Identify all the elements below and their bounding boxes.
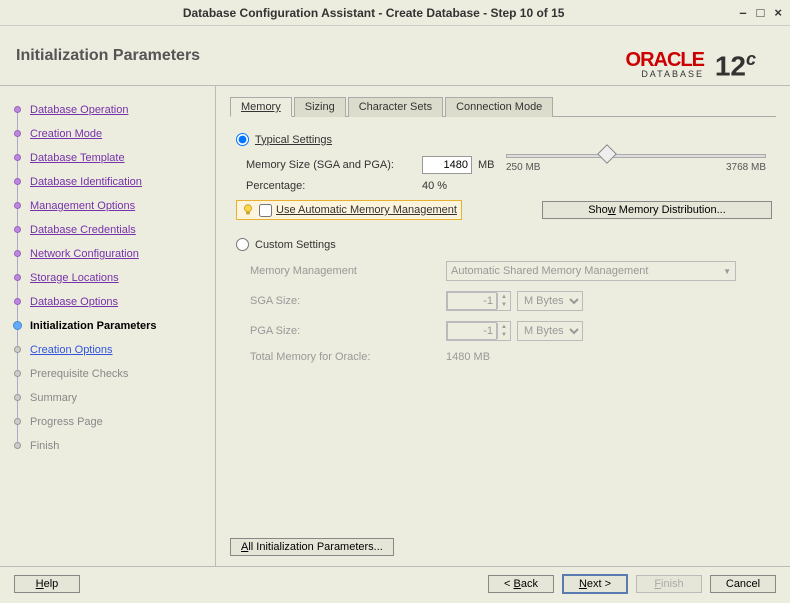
total-value: 1480 MB <box>446 351 490 363</box>
step-finish: Finish <box>12 434 207 458</box>
header: Initialization Parameters ORACLE DATABAS… <box>0 26 790 86</box>
wizard-sidebar: Database Operation Creation Mode Databas… <box>0 86 215 566</box>
footer: Help < Back Next > Finish Cancel <box>0 566 790 601</box>
help-button[interactable]: Help <box>14 575 80 593</box>
step-network-configuration[interactable]: Network Configuration <box>12 242 207 266</box>
cancel-button[interactable]: Cancel <box>710 575 776 593</box>
custom-settings-radio[interactable] <box>236 238 249 251</box>
slider-max: 3768 MB <box>726 162 766 173</box>
lightbulb-icon <box>241 203 255 217</box>
step-database-template[interactable]: Database Template <box>12 146 207 170</box>
tabpanel-memory: Typical Settings Memory Size (SGA and PG… <box>230 117 776 379</box>
tab-memory[interactable]: Memory <box>230 97 292 117</box>
sga-label: SGA Size: <box>250 295 440 307</box>
percentage-row: Percentage: 40 % <box>246 180 770 192</box>
page-title: Initialization Parameters <box>16 47 200 65</box>
tab-connection-mode[interactable]: Connection Mode <box>445 97 553 117</box>
step-progress-page: Progress Page <box>12 410 207 434</box>
sga-down: ▼ <box>498 301 510 309</box>
brand-main: ORACLE <box>626 50 704 70</box>
step-creation-options[interactable]: Creation Options <box>12 338 207 362</box>
tab-sizing[interactable]: Sizing <box>294 97 346 117</box>
maximize-button[interactable]: □ <box>757 5 765 20</box>
step-management-options[interactable]: Management Options <box>12 194 207 218</box>
total-label: Total Memory for Oracle: <box>250 351 440 363</box>
close-button[interactable]: × <box>774 5 782 20</box>
memory-size-input[interactable] <box>422 156 472 174</box>
brand-sub: DATABASE <box>626 70 704 79</box>
step-prerequisite-checks: Prerequisite Checks <box>12 362 207 386</box>
finish-button: Finish <box>636 575 702 593</box>
step-database-identification[interactable]: Database Identification <box>12 170 207 194</box>
tab-character-sets[interactable]: Character Sets <box>348 97 443 117</box>
step-creation-mode[interactable]: Creation Mode <box>12 122 207 146</box>
memory-size-unit: MB <box>478 159 495 171</box>
amm-label[interactable]: Use Automatic Memory Management <box>276 204 457 216</box>
main-panel: Memory Sizing Character Sets Connection … <box>215 86 790 566</box>
slider-thumb[interactable] <box>597 144 617 164</box>
memmgmt-select: Automatic Shared Memory Management▼ <box>446 261 736 281</box>
memory-slider[interactable]: 250 MB 3768 MB <box>506 146 766 173</box>
slider-min: 250 MB <box>506 162 540 173</box>
tabstrip: Memory Sizing Character Sets Connection … <box>230 96 776 117</box>
sga-input <box>447 292 497 310</box>
window-title: Database Configuration Assistant - Creat… <box>8 6 739 20</box>
step-database-credentials[interactable]: Database Credentials <box>12 218 207 242</box>
custom-settings-row: Custom Settings <box>236 238 770 251</box>
step-database-options[interactable]: Database Options <box>12 290 207 314</box>
pga-up: ▲ <box>498 323 510 331</box>
brand-version: 12c <box>715 50 756 80</box>
memory-size-label: Memory Size (SGA and PGA): <box>246 159 416 171</box>
pga-down: ▼ <box>498 331 510 339</box>
step-storage-locations[interactable]: Storage Locations <box>12 266 207 290</box>
step-summary: Summary <box>12 386 207 410</box>
sga-spinner: ▲▼ <box>446 291 511 311</box>
custom-settings-label[interactable]: Custom Settings <box>255 239 336 251</box>
memmgmt-label: Memory Management <box>250 265 440 277</box>
typical-settings-radio[interactable] <box>236 133 249 146</box>
typical-settings-label[interactable]: Typical Settings <box>255 134 332 146</box>
all-initialization-parameters-button[interactable]: All Initialization Parameters... <box>230 538 394 556</box>
pga-label: PGA Size: <box>250 325 440 337</box>
sga-unit-select: M Bytes <box>517 291 583 311</box>
sga-up: ▲ <box>498 293 510 301</box>
custom-settings-block: Memory Management Automatic Shared Memor… <box>236 261 770 363</box>
typical-settings-row: Typical Settings <box>236 133 770 146</box>
step-database-operation[interactable]: Database Operation <box>12 98 207 122</box>
titlebar: Database Configuration Assistant - Creat… <box>0 0 790 26</box>
percentage-label: Percentage: <box>246 180 416 192</box>
amm-checkbox[interactable] <box>259 204 272 217</box>
step-initialization-parameters[interactable]: Initialization Parameters <box>12 314 207 338</box>
next-button[interactable]: Next > <box>562 574 628 594</box>
window-controls: – □ × <box>739 5 782 20</box>
pga-input <box>447 322 497 340</box>
pga-spinner: ▲▼ <box>446 321 511 341</box>
show-memory-distribution-button[interactable]: Show Memory Distribution... <box>542 201 772 219</box>
minimize-button[interactable]: – <box>739 5 746 20</box>
amm-highlight: Use Automatic Memory Management <box>236 200 462 220</box>
back-button[interactable]: < Back <box>488 575 554 593</box>
percentage-value: 40 % <box>422 180 447 192</box>
pga-unit-select: M Bytes <box>517 321 583 341</box>
